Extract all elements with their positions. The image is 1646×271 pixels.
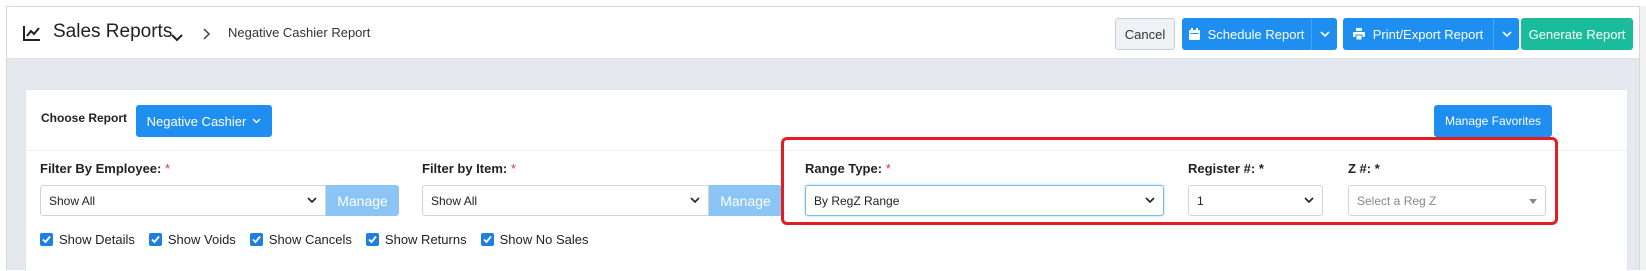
generate-report-button[interactable]: Generate Report [1521, 18, 1633, 50]
check-icon [368, 235, 377, 244]
calendar-icon [1188, 28, 1200, 40]
cancel-button-label: Cancel [1124, 26, 1166, 42]
item-select-value: Show All [431, 193, 478, 208]
selected-report: Negative Cashier [146, 113, 247, 129]
chevron-right-icon [203, 27, 211, 40]
cancel-button[interactable]: Cancel [1115, 18, 1175, 50]
show-details-label: Show Details [59, 232, 135, 247]
chevron-down-icon [690, 197, 700, 204]
show-cancels-checkbox[interactable]: Show Cancels [249, 232, 352, 247]
show-details-checkbox[interactable]: Show Details [40, 232, 135, 247]
schedule-report-label: Schedule Report [1207, 26, 1305, 42]
breadcrumb: Negative Cashier Report [228, 25, 371, 40]
chevron-down-icon[interactable] [171, 29, 183, 42]
print-export-dropdown[interactable] [1493, 18, 1519, 50]
checkbox-checked[interactable] [365, 233, 379, 246]
manage-item-button[interactable]: Manage [709, 185, 782, 216]
manage-favorites-button[interactable]: Manage Favorites [1434, 105, 1552, 137]
printer-icon [1352, 28, 1365, 40]
show-voids-checkbox[interactable]: Show Voids [148, 232, 236, 247]
manage-employee-button[interactable]: Manage [326, 185, 399, 216]
item-filter-label: Filter by Item: * [422, 161, 516, 176]
print-export-button[interactable]: Print/Export Report [1343, 18, 1493, 50]
chevron-down-icon [1501, 30, 1512, 37]
show-no-sales-label: Show No Sales [499, 232, 589, 247]
check-icon [42, 235, 51, 244]
show-returns-label: Show Returns [384, 232, 467, 247]
checkbox-checked[interactable] [480, 233, 494, 246]
chevron-down-icon [307, 197, 317, 204]
manage-favorites-label: Manage Favorites [1444, 114, 1542, 128]
show-returns-checkbox[interactable]: Show Returns [365, 232, 467, 247]
checkbox-checked[interactable] [40, 233, 53, 246]
report-options: Show Details Show Voids Show Cancels Sho… [40, 232, 602, 247]
show-no-sales-checkbox[interactable]: Show No Sales [480, 232, 589, 247]
generate-report-label: Generate Report [1528, 26, 1626, 42]
employee-filter-label-text: Filter By Employee: [40, 161, 162, 176]
schedule-report-button[interactable]: Schedule Report [1182, 18, 1311, 50]
check-icon [252, 235, 261, 244]
checkbox-checked[interactable] [249, 233, 263, 246]
scrollbar[interactable] [1640, 6, 1646, 270]
required-mark: * [165, 161, 171, 176]
chevron-down-icon [1319, 30, 1330, 37]
show-voids-label: Show Voids [167, 232, 236, 247]
employee-filter-label: Filter By Employee: * [40, 161, 170, 176]
manage-item-label: Manage [720, 192, 771, 209]
chevron-down-icon [252, 118, 261, 124]
page-title[interactable]: Sales Reports [53, 21, 172, 43]
checkbox-checked[interactable] [148, 233, 162, 246]
highlight-box [781, 137, 1558, 225]
print-export-label: Print/Export Report [1372, 26, 1484, 42]
check-icon [151, 235, 160, 244]
schedule-report-dropdown[interactable] [1311, 18, 1337, 50]
employee-select-value: Show All [49, 193, 96, 208]
employee-select[interactable]: Show All [40, 185, 326, 216]
required-mark: * [510, 161, 516, 176]
choose-report-dropdown[interactable]: Negative Cashier [136, 105, 272, 137]
check-icon [482, 235, 492, 244]
choose-report-label: Choose Report [41, 111, 128, 125]
manage-employee-label: Manage [337, 192, 388, 209]
item-select[interactable]: Show All [422, 185, 709, 216]
show-cancels-label: Show Cancels [268, 232, 352, 247]
item-filter-label-text: Filter by Item: [422, 161, 508, 176]
line-chart-icon [23, 25, 41, 41]
top-bar: Sales Reports Negative Cashier Report Ca… [7, 7, 1639, 59]
